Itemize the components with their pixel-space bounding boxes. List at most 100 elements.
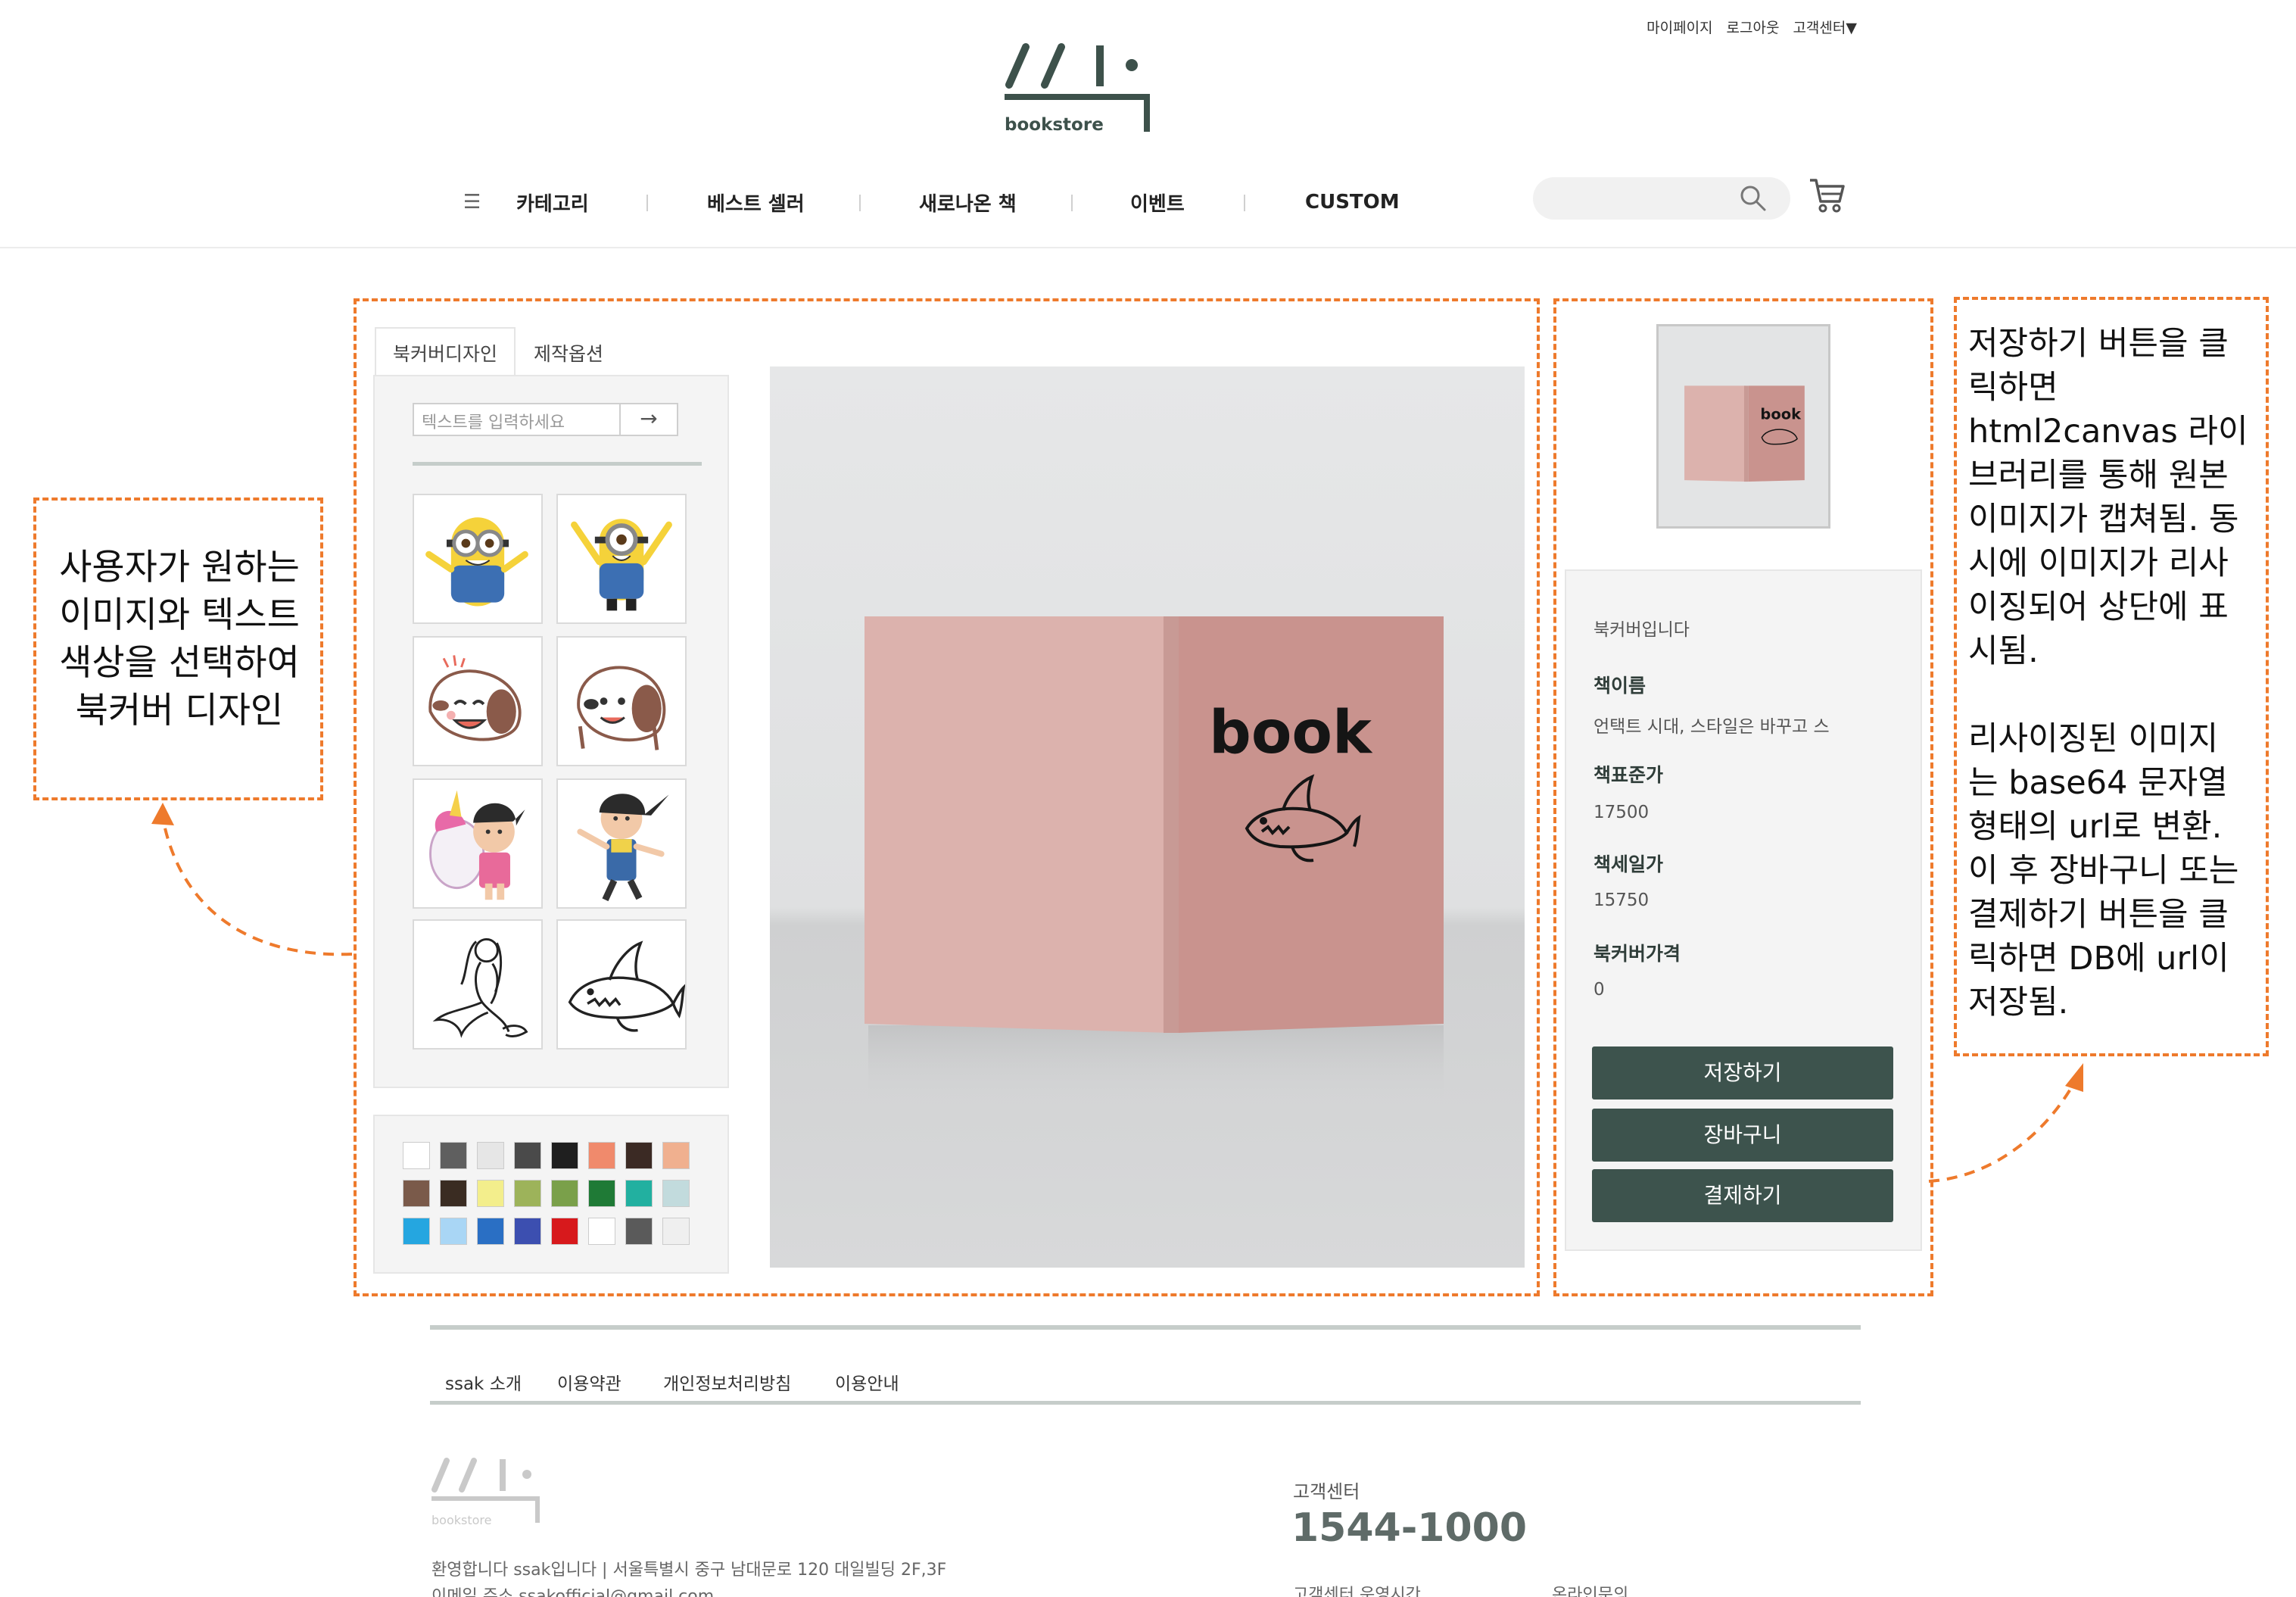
annotation-line: 시됨. (1968, 632, 2039, 670)
color-swatch[interactable] (477, 1218, 504, 1245)
annotation-line: 결제하기 버튼을 클 (1968, 896, 2229, 934)
color-swatch[interactable] (403, 1218, 430, 1245)
cover-price-label: 북커버가격 (1593, 943, 1681, 965)
color-swatch[interactable] (403, 1142, 430, 1169)
annotation-line: 저장됨. (1968, 984, 2069, 1022)
color-swatch[interactable] (551, 1180, 578, 1207)
search-icon[interactable] (1738, 183, 1768, 214)
cover-text: book (1209, 699, 1373, 767)
color-swatch[interactable] (662, 1142, 690, 1169)
color-swatch[interactable] (588, 1180, 615, 1207)
color-swatch-grid (403, 1142, 706, 1248)
snoopy-icon (577, 666, 666, 750)
book-mockup: book (865, 616, 1444, 1116)
color-swatch[interactable] (514, 1180, 541, 1207)
annotation-line: 는 base64 문자열 (1968, 764, 2228, 802)
footer-link-privacy[interactable]: 개인정보처리방침 (663, 1369, 791, 1395)
footer-top-rule (430, 1325, 1861, 1330)
shark-icon (568, 940, 685, 1032)
logo-text: bookstore (1005, 115, 1104, 135)
color-swatch[interactable] (440, 1142, 467, 1169)
info-title: 북커버입니다 (1593, 620, 1690, 640)
nav-category[interactable]: 카테고리 (516, 189, 589, 217)
mypage-link[interactable]: 마이페이지 (1646, 17, 1712, 37)
mermaid-icon (432, 937, 528, 1038)
annotation-right-text: 저장하기 버튼을 클 릭하면 html2canvas 라이 브러리를 통해 원본 이미지… (1968, 322, 2263, 1025)
color-swatch[interactable] (403, 1180, 430, 1207)
color-swatch[interactable] (514, 1142, 541, 1169)
snoopy-icon (428, 655, 522, 741)
nav-event[interactable]: 이벤트 (1130, 189, 1185, 217)
sticker-minion-2[interactable] (556, 494, 687, 624)
footer-link-guide[interactable]: 이용안내 (835, 1369, 899, 1395)
color-swatch[interactable] (662, 1180, 690, 1207)
footer-cs-phone: 1544-1000 (1291, 1505, 1528, 1551)
color-swatch[interactable] (514, 1218, 541, 1245)
annotation-right-arrow (1928, 1063, 2083, 1183)
color-swatch[interactable] (477, 1142, 504, 1169)
annotation-line: html2canvas 라이 (1968, 413, 2248, 451)
footer-logo-text: bookstore (431, 1513, 492, 1527)
color-swatch[interactable] (625, 1180, 653, 1207)
annotation-line: 리사이징된 이미지 (1968, 720, 2219, 758)
annotation-line: 형태의 url로 변환. (1968, 808, 2223, 846)
color-swatch[interactable] (662, 1218, 690, 1245)
sticker-agnes-jump[interactable] (556, 778, 687, 909)
color-swatch[interactable] (440, 1180, 467, 1207)
footer-cs-label: 고객센터 (1293, 1481, 1360, 1502)
logout-link[interactable]: 로그아웃 (1727, 17, 1780, 37)
text-input[interactable]: 텍스트를 입력하세요 (413, 403, 621, 436)
tab-production-options[interactable]: 제작옵션 (516, 327, 622, 376)
cart-icon[interactable] (1808, 176, 1847, 215)
sticker-shark[interactable] (556, 919, 687, 1050)
cover-price-value: 0 (1593, 980, 1605, 1000)
customer-center-link[interactable]: 고객센터▼ (1793, 17, 1857, 37)
agnes-icon (429, 790, 525, 900)
annotation-line: 북커버 디자인 (75, 690, 284, 731)
thumbnail-book: book (1659, 326, 1828, 526)
nav-new-books[interactable]: 새로나온 책 (919, 189, 1017, 217)
color-swatch[interactable] (551, 1218, 578, 1245)
color-swatch[interactable] (440, 1218, 467, 1245)
footer-link-terms[interactable]: 이용약관 (557, 1369, 622, 1395)
footer-cs-hours-label: 고객센터 운영시간 (1293, 1586, 1421, 1597)
cart-button[interactable]: 장바구니 (1592, 1109, 1893, 1162)
sticker-minion-1[interactable] (413, 494, 543, 624)
minion-icon (571, 519, 672, 611)
annotation-line: 이미지와 텍스트 (59, 594, 300, 636)
customer-center-label: 고객센터 (1793, 20, 1846, 36)
color-swatch[interactable] (625, 1142, 653, 1169)
designer-tabs: 북커버디자인 제작옵션 (375, 327, 622, 376)
sticker-snoopy-2[interactable] (556, 636, 687, 766)
sticker-snoopy-1[interactable] (413, 636, 543, 766)
color-swatch[interactable] (477, 1180, 504, 1207)
footer-address: 환영합니다 ssak입니다 | 서울특별시 중구 남대문로 120 대일빌딩 2… (431, 1561, 947, 1580)
nav-custom[interactable]: CUSTOM (1305, 191, 1400, 214)
annotation-line: 이징되어 상단에 표 (1968, 588, 2229, 626)
hamburger-icon[interactable]: ☰ (463, 191, 481, 214)
annotation-line: 저장하기 버튼을 클 (1968, 325, 2229, 363)
nav-divider (1244, 195, 1245, 211)
list-price-label: 책표준가 (1593, 764, 1664, 786)
captured-thumbnail: book (1656, 324, 1830, 529)
color-swatch[interactable] (551, 1142, 578, 1169)
footer-link-about[interactable]: ssak 소개 (445, 1369, 522, 1395)
nav-bestseller[interactable]: 베스트 셀러 (707, 189, 805, 217)
nav-divider (1071, 195, 1073, 211)
minion-icon (425, 517, 528, 607)
color-swatch[interactable] (588, 1218, 615, 1245)
checkout-button[interactable]: 결제하기 (1592, 1169, 1893, 1222)
footer-online-inquiry[interactable]: 온라인문의 (1552, 1581, 1628, 1597)
save-button[interactable]: 저장하기 (1592, 1046, 1893, 1099)
annotation-line: 이 후 장바구니 또는 (1968, 852, 2239, 890)
color-swatch[interactable] (588, 1142, 615, 1169)
chevron-down-icon: ▼ (1846, 20, 1857, 36)
footer-nav-rule (430, 1401, 1861, 1405)
tab-bookcover-design[interactable]: 북커버디자인 (375, 327, 516, 376)
book-name-value: 언택트 시대, 스타일은 바꾸고 스 (1593, 717, 1830, 737)
sticker-mermaid[interactable] (413, 919, 543, 1050)
color-swatch[interactable] (625, 1218, 653, 1245)
sticker-agnes-unicorn[interactable] (413, 778, 543, 909)
annotation-line: 릭하면 (1968, 369, 2058, 407)
text-submit-button[interactable]: → (619, 403, 678, 436)
